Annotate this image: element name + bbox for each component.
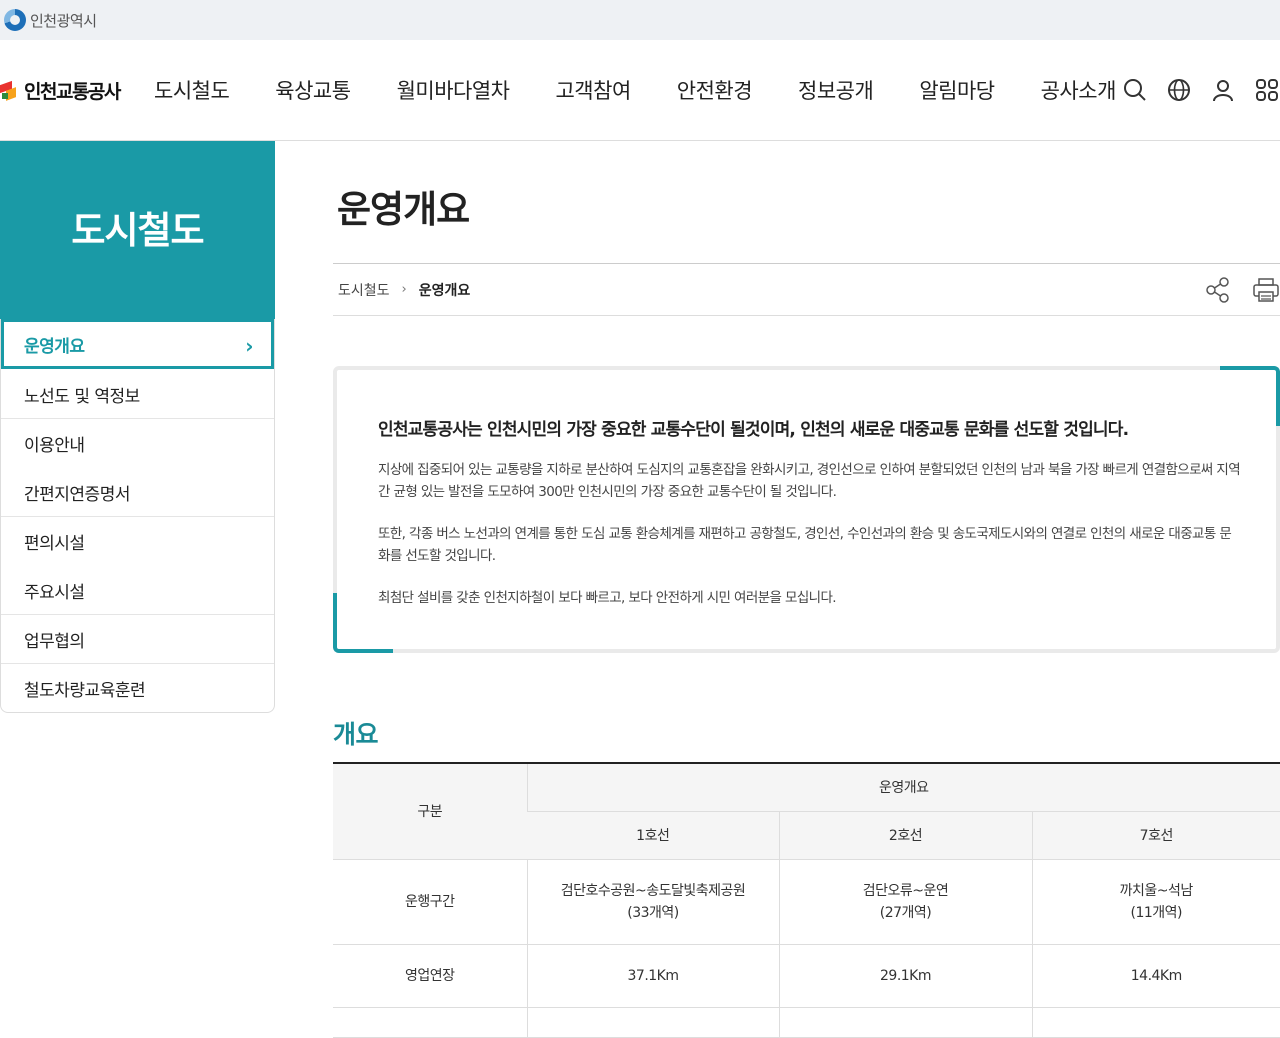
table-cell: 까치울~석남 (11개역) [1031,859,1280,945]
nav-item-wolmi-train[interactable]: 월미바다열차 [397,75,510,105]
sidebar-item-label: 업무협의 [24,631,85,652]
table-header-category: 구분 [333,763,527,860]
page-tools [1204,276,1280,304]
cell-line: (33개역) [627,904,679,921]
nav-item-land-transport[interactable]: 육상교통 [275,75,351,105]
search-icon[interactable] [1122,77,1148,103]
table-cell [778,1007,1032,1038]
sidebar-item-operation-overview[interactable]: 운영개요 › [1,319,274,369]
header-utilities [1122,40,1280,140]
cell-line: 검단호수공원~송도달빛축제공원 [560,882,746,899]
share-icon[interactable] [1204,276,1232,304]
table-header-line-1: 1호선 [527,811,779,860]
sidebar-item-business-consultation[interactable]: 업무협의 [1,614,274,663]
sidebar-menu: 운영개요 › 노선도 및 역정보 이용안내 간편지연증명서 편의시설 주요시설 … [0,319,275,713]
table-row [333,1007,1280,1038]
sidebar-title: 도시철도 [0,141,275,319]
table-cell: 29.1Km [778,944,1032,1008]
global-nav: 도시철도 육상교통 월미바다열차 고객참여 안전환경 정보공개 알림마당 공사소… [140,75,1116,105]
sitemap-icon[interactable] [1254,77,1280,103]
sidebar-item-label: 이용안내 [24,435,85,456]
brand-logo[interactable]: 인천교통공사 [0,77,140,104]
table-row: 영업연장 37.1Km 29.1Km 14.4Km [333,944,1280,1008]
operation-overview-table: 구분 운영개요 1호선 2호선 7호선 운행구간 검단호수공원~송도달빛축제공원… [333,762,1280,1038]
page-title: 운영개요 [337,188,470,231]
nav-item-metro[interactable]: 도시철도 [154,75,230,105]
row-label: 영업연장 [333,944,527,1008]
brand-name: 인천교통공사 [24,80,121,103]
cell-line: 검단오류~운연 [862,882,949,899]
user-icon[interactable] [1210,77,1236,103]
intro-paragraph-2: 또한, 각종 버스 노선과의 연계를 통한 도심 교통 환승체계를 재편하고 공… [378,526,1232,564]
corner-accent-top-right [1220,366,1280,426]
sidebar-item-route-map[interactable]: 노선도 및 역정보 [1,369,274,418]
intro-paragraph-1: 지상에 집중되어 있는 교통량을 지하로 분산하여 도심지의 교통혼잡을 완화시… [378,462,1241,500]
sidebar-item-usage-guide[interactable]: 이용안내 [1,418,274,467]
table-cell: 검단호수공원~송도달빛축제공원 (33개역) [526,859,779,945]
table-row: 운행구간 검단호수공원~송도달빛축제공원 (33개역) 검단오류~운연 (27개역)… [333,859,1280,945]
intro-box: 인천교통공사는 인천시민의 가장 중요한 교통수단이 될것이며, 인천의 새로운… [333,366,1280,653]
sidebar-item-label: 간편지연증명서 [24,484,130,505]
breadcrumb-separator-icon: › [401,282,407,297]
sidebar-item-amenities[interactable]: 편의시설 [1,516,274,565]
table-header-group: 운영개요 [526,763,1280,812]
nav-item-about[interactable]: 공사소개 [1041,75,1117,105]
print-icon[interactable] [1252,276,1280,304]
table-cell: 37.1Km [526,944,779,1008]
cell-line: (27개역) [879,904,932,921]
intro-heading: 인천교통공사는 인천시민의 가장 중요한 교통수단이 될것이며, 인천의 새로운… [378,420,1129,440]
nav-item-notice[interactable]: 알림마당 [919,75,995,105]
sidebar-item-label: 철도차량교육훈련 [24,680,146,701]
main-header: 인천교통공사 도시철도 육상교통 월미바다열차 고객참여 안전환경 정보공개 알… [0,40,1280,141]
sidebar-item-main-facilities[interactable]: 주요시설 [1,565,274,614]
sidebar-item-delay-certificate[interactable]: 간편지연증명서 [1,467,274,516]
row-label: 운행구간 [333,859,527,945]
city-name: 인천광역시 [30,11,97,30]
sidebar-item-label: 편의시설 [24,533,85,554]
city-top-bar: 인천광역시 [0,0,1280,40]
nav-item-customer[interactable]: 고객참여 [555,75,631,105]
sidebar-item-label: 노선도 및 역정보 [24,386,140,407]
cell-line: (11개역) [1130,904,1183,921]
breadcrumb: 도시철도 › 운영개요 [333,264,1280,316]
brand-logo-icon [0,79,22,101]
globe-icon[interactable] [1166,77,1192,103]
sidebar-item-label: 주요시설 [24,582,85,603]
sidebar-item-label: 운영개요 [24,336,85,357]
nav-item-safety[interactable]: 안전환경 [677,75,753,105]
incheon-city-logo-icon [4,9,26,31]
section-title-overview: 개요 [333,720,379,749]
cell-line: 까치울~석남 [1119,882,1194,899]
incheon-city-link[interactable]: 인천광역시 [4,9,97,31]
table-cell: 14.4Km [1031,944,1280,1008]
breadcrumb-parent[interactable]: 도시철도 [338,280,390,300]
sidebar-item-vehicle-training[interactable]: 철도차량교육훈련 [1,663,274,712]
table-header-line-7: 7호선 [1031,811,1280,860]
table-cell: 검단오류~운연 (27개역) [778,859,1032,945]
table-cell [333,1007,527,1038]
main-content: 운영개요 도시철도 › 운영개요 인천교통공사는 인천시민의 가장 중요한 교통… [333,141,1280,1038]
nav-item-disclosure[interactable]: 정보공개 [798,75,874,105]
breadcrumb-current: 운영개요 [418,282,471,299]
table-cell [1031,1007,1280,1038]
table-header-line-2: 2호선 [778,811,1032,860]
table-cell [526,1007,779,1038]
intro-paragraph-3: 최첨단 설비를 갖춘 인천지하철이 보다 빠르고, 보다 안전하게 시민 여러분… [378,590,837,606]
sidebar: 도시철도 운영개요 › 노선도 및 역정보 이용안내 간편지연증명서 편의시설 … [0,141,275,713]
chevron-right-icon: › [245,334,253,358]
